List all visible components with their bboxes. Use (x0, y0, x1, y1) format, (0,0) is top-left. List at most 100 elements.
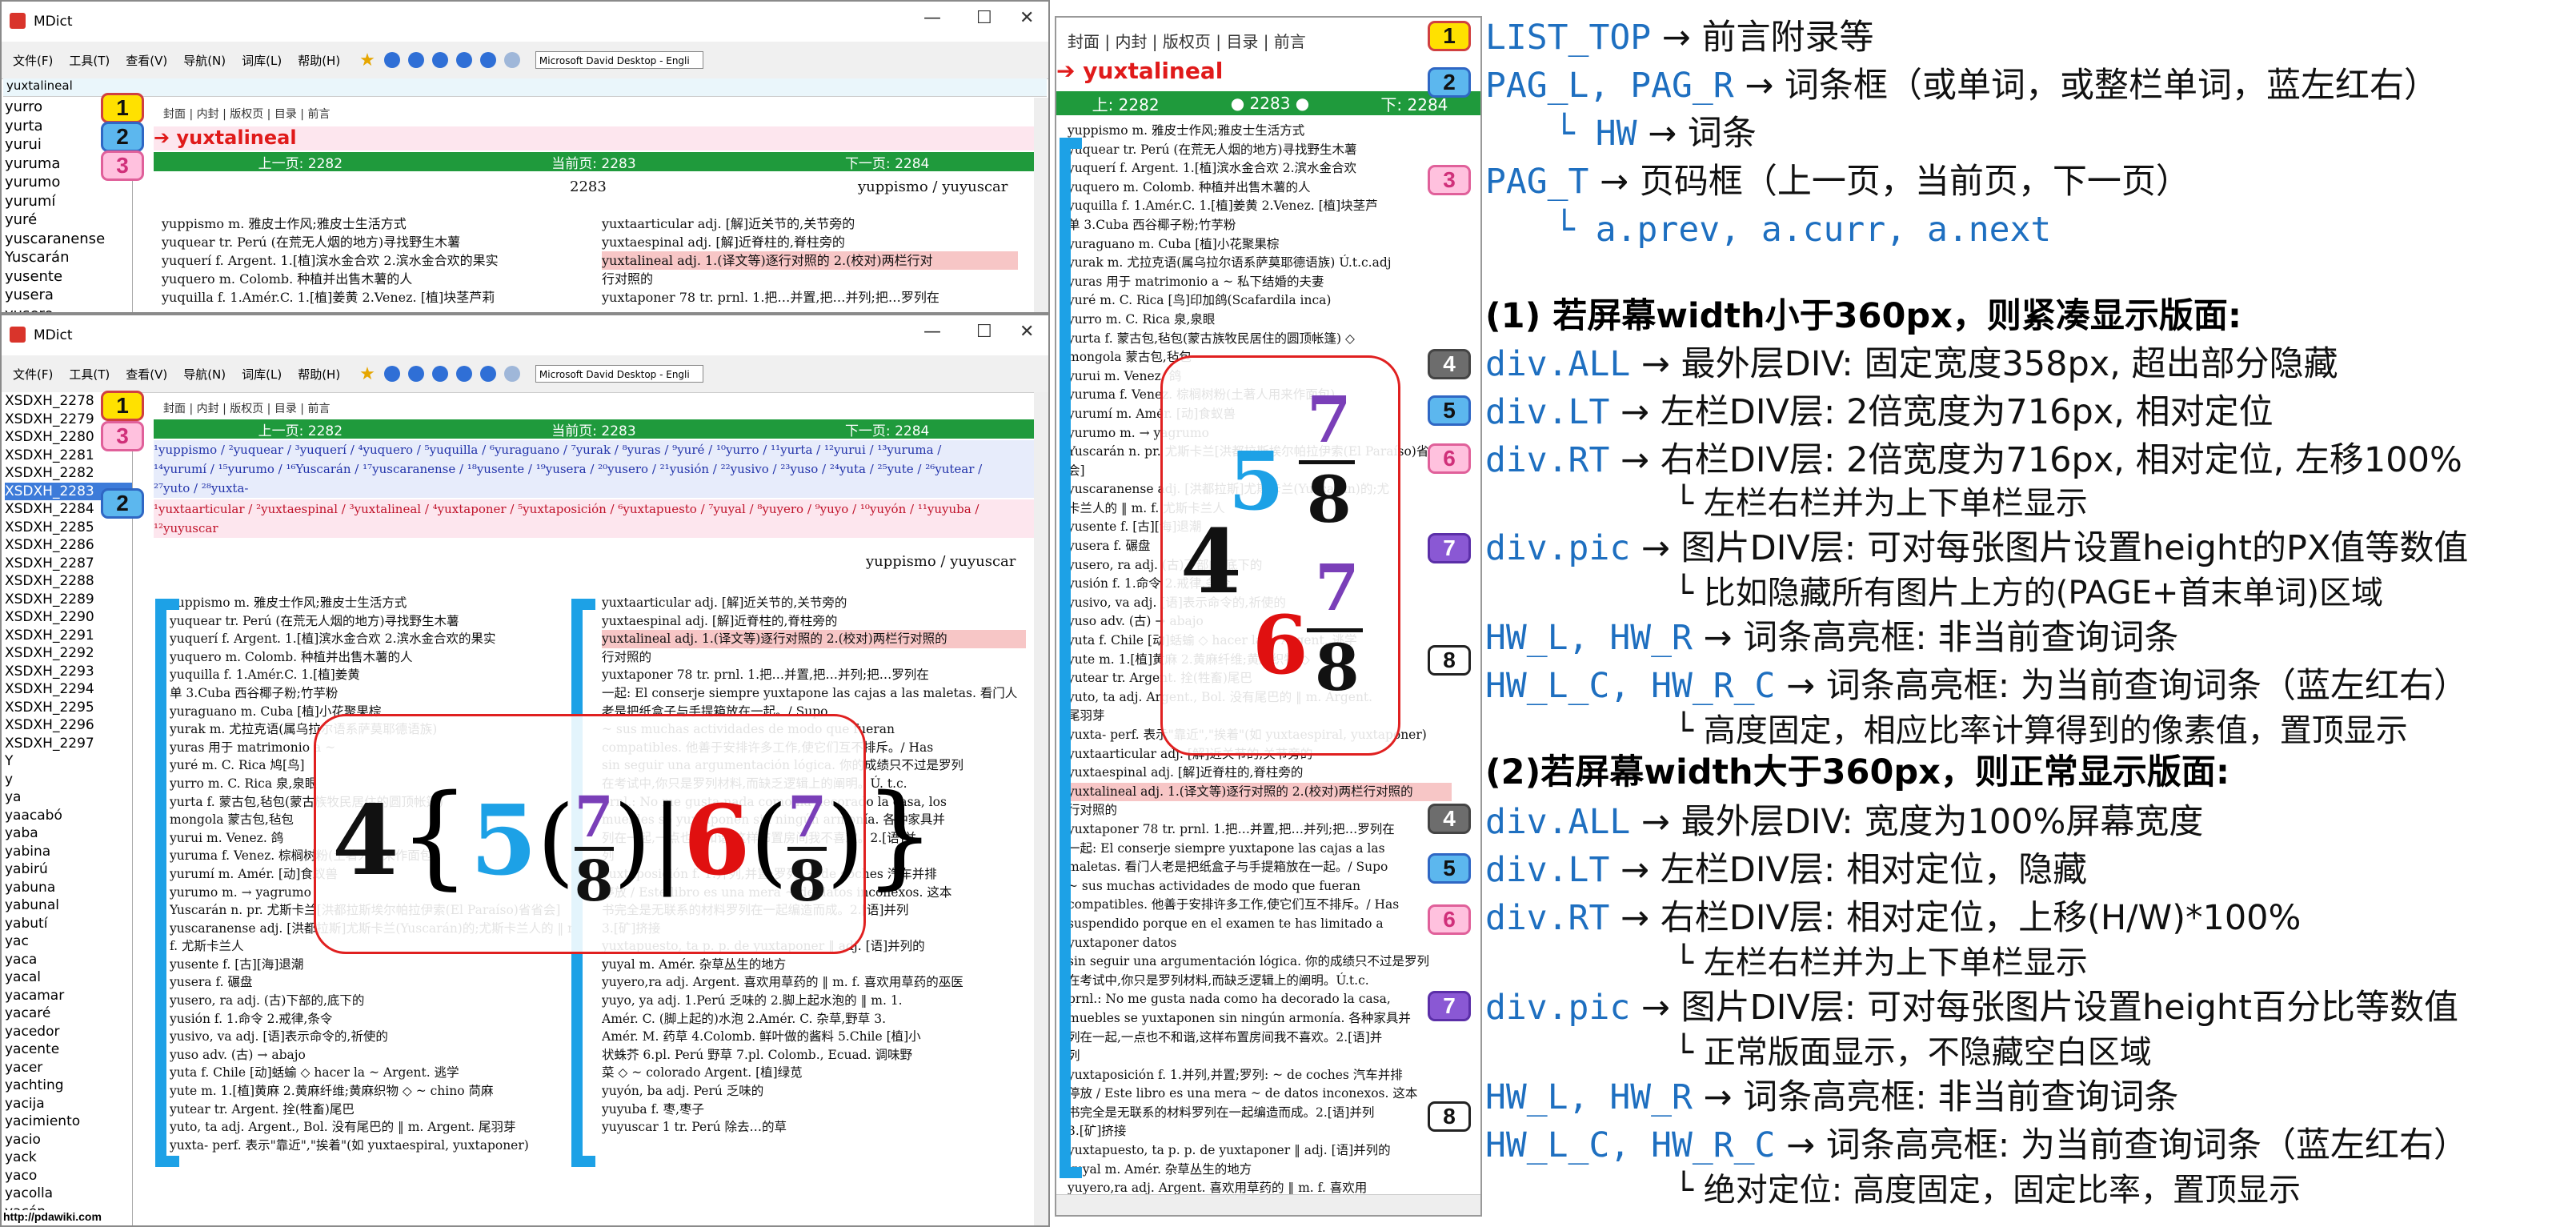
list-item[interactable]: yacimiento (5, 1113, 132, 1131)
list-item[interactable]: yacente (5, 1041, 132, 1059)
list-item[interactable]: yacer (5, 1059, 132, 1077)
index-line[interactable]: ¹⁴yurumí / ¹⁵yurumo / ¹⁶Yuscarán / ¹⁷yus… (154, 459, 1034, 479)
menu-help[interactable]: 帮助(H) (298, 52, 340, 69)
favorite-star-icon[interactable]: ★ (359, 50, 375, 70)
list-item[interactable]: XSDXH_2282 (5, 464, 132, 483)
list-item[interactable]: yack (5, 1149, 132, 1167)
list-item[interactable]: Y (5, 752, 132, 771)
list-item[interactable]: yaacabó (5, 807, 132, 825)
menu-view[interactable]: 查看(V) (126, 52, 167, 69)
list-item[interactable]: yacija (5, 1095, 132, 1113)
nav-links[interactable]: 封面 | 内封 | 版权页 | 目录 | 前言 (154, 106, 330, 122)
nav-back-icon[interactable] (383, 366, 400, 382)
list-item[interactable]: yac (5, 932, 132, 951)
close-button[interactable]: ✕ (1020, 8, 1034, 28)
list-item[interactable]: XSDXH_2291 (5, 627, 132, 645)
menu-navigate[interactable]: 导航(N) (183, 52, 226, 69)
menu-library[interactable]: 词库(L) (242, 52, 282, 69)
list-item[interactable]: XSDXH_2290 (5, 608, 132, 627)
entry: yuyuscar 1 tr. Perú 除去…的草 (602, 1120, 787, 1135)
pager-next[interactable]: 下一页: 2284 (845, 152, 929, 172)
nav-links[interactable]: 封面 | 内封 | 版权页 | 目录 | 前言 (1058, 29, 1306, 52)
list-item[interactable]: XSDXH_2292 (5, 644, 132, 663)
list-item[interactable]: XSDXH_2287 (5, 555, 132, 573)
voice-select[interactable]: Microsoft David Desktop - Engli (535, 51, 703, 69)
list-item[interactable]: XSDXH_2285 (5, 519, 132, 537)
maximize-button[interactable]: ☐ (976, 322, 992, 342)
list-item[interactable]: yacedor (5, 1023, 132, 1041)
list-item[interactable]: yacio (5, 1131, 132, 1149)
horizontal-scrollbar[interactable] (1056, 1194, 1480, 1215)
menu-view[interactable]: 查看(V) (126, 366, 167, 383)
nav-links[interactable]: 封面 | 内封 | 版权页 | 目录 | 前言 (154, 400, 330, 416)
list-item[interactable]: yabuna (5, 879, 132, 897)
list-item[interactable]: yusente (5, 267, 132, 287)
list-item[interactable]: yusera (5, 286, 132, 305)
scrollbar[interactable] (1034, 98, 1048, 312)
menu-library[interactable]: 词库(L) (242, 366, 282, 383)
pager-prev[interactable]: 上: 2282 (1092, 92, 1160, 115)
list-item[interactable]: yachting (5, 1077, 132, 1095)
list-item[interactable]: yabirú (5, 860, 132, 879)
list-item[interactable]: XSDXH_2297 (5, 735, 132, 753)
list-item[interactable]: XSDXH_2286 (5, 536, 132, 555)
list-item[interactable]: yuré (5, 211, 132, 230)
list-item[interactable]: yabunal (5, 896, 132, 915)
footer-url[interactable]: http://pdawiki.com (3, 1210, 102, 1223)
list-item[interactable]: yacal (5, 968, 132, 987)
list-item[interactable]: ya (5, 788, 132, 807)
list-item[interactable]: XSDXH_2295 (5, 699, 132, 717)
list-item[interactable]: XSDXH_2289 (5, 591, 132, 609)
list-item[interactable]: yacaré (5, 1004, 132, 1023)
nav-prev-icon[interactable] (431, 366, 448, 382)
menu-file[interactable]: 文件(F) (13, 52, 53, 69)
menu-tools[interactable]: 工具(T) (69, 366, 110, 383)
pager-next[interactable]: 下一页: 2284 (845, 419, 929, 439)
search-input[interactable]: yuxtalineal (3, 78, 1047, 97)
list-item[interactable]: XSDXH_2293 (5, 663, 132, 681)
list-item[interactable]: yuscaranense (5, 230, 132, 249)
list-item[interactable]: yacamar (5, 987, 132, 1005)
nav-prev-icon[interactable] (431, 52, 448, 68)
nav-home-icon[interactable] (479, 366, 496, 382)
menu-navigate[interactable]: 导航(N) (183, 366, 226, 383)
index-line[interactable]: ¹yuxtaarticular / ²yuxtaespinal / ³yuxta… (154, 499, 1034, 519)
nav-home-icon[interactable] (479, 52, 496, 68)
scrollbar[interactable] (1034, 392, 1048, 1225)
index-line[interactable]: ¹yuppismo / ²yuquear / ³yuquerí / ⁴yuque… (154, 440, 1034, 459)
nav-forward-icon[interactable] (407, 366, 424, 382)
index-line[interactable]: ¹²yuyuscar (154, 519, 1034, 538)
nav-forward-icon[interactable] (407, 52, 424, 68)
close-button[interactable]: ✕ (1020, 322, 1034, 342)
nav-back-icon[interactable] (383, 52, 400, 68)
pager-prev[interactable]: 上一页: 2282 (258, 152, 343, 172)
note-key: div.pic (1485, 988, 1631, 1028)
list-item[interactable]: yaba (5, 824, 132, 843)
nav-next-icon[interactable] (455, 52, 472, 68)
list-item[interactable]: yabina (5, 843, 132, 861)
minimize-button[interactable]: — (923, 322, 941, 342)
menu-tools[interactable]: 工具(T) (69, 52, 110, 69)
list-item[interactable]: XSDXH_2296 (5, 716, 132, 735)
speaker-icon[interactable] (503, 52, 520, 68)
maximize-button[interactable]: ☐ (976, 8, 992, 28)
list-item[interactable]: yaca (5, 951, 132, 969)
list-item[interactable]: yabutí (5, 915, 132, 933)
pager-prev[interactable]: 上一页: 2282 (258, 419, 343, 439)
list-item[interactable]: XSDXH_2294 (5, 680, 132, 699)
nav-next-icon[interactable] (455, 366, 472, 382)
speaker-icon[interactable] (503, 366, 520, 382)
menu-help[interactable]: 帮助(H) (298, 366, 340, 383)
voice-select[interactable]: Microsoft David Desktop - Engli (535, 365, 703, 383)
index-line[interactable]: ²⁷yuto / ²⁸yuxta- (154, 479, 1034, 498)
minimize-button[interactable]: — (923, 8, 941, 28)
list-item[interactable]: Yuscarán (5, 248, 132, 267)
favorite-star-icon[interactable]: ★ (359, 364, 375, 384)
list-item[interactable]: y (5, 771, 132, 789)
menu-file[interactable]: 文件(F) (13, 366, 53, 383)
list-item[interactable]: yaco (5, 1167, 132, 1185)
list-item[interactable]: yurumí (5, 192, 132, 211)
list-item[interactable]: yacolla (5, 1185, 132, 1203)
list-item[interactable]: yusero (5, 305, 132, 313)
list-item[interactable]: XSDXH_2288 (5, 572, 132, 591)
